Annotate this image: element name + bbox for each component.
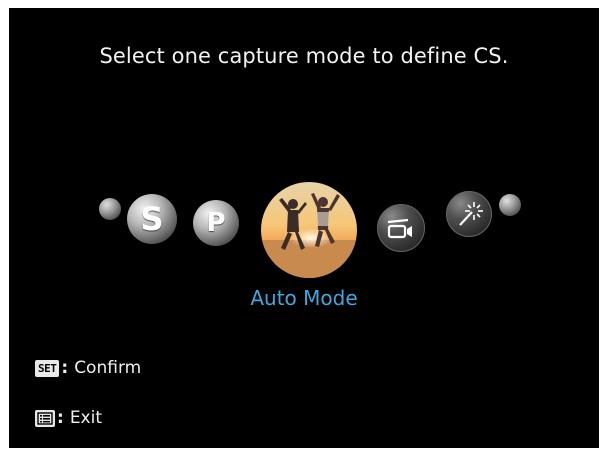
mode-dial-p-button[interactable]: P <box>193 200 239 246</box>
magic-wand-icon <box>459 202 483 226</box>
mode-letter-p: P <box>206 208 226 238</box>
mode-dial-s-button[interactable]: S <box>127 194 177 244</box>
auto-mode-photo-icon <box>261 182 357 278</box>
exit-separator: : <box>57 408 64 428</box>
set-button-icon: SET <box>35 359 60 377</box>
selected-mode-label: Auto Mode <box>250 286 358 310</box>
instruction-title: Select one capture mode to define CS. <box>99 44 509 68</box>
confirm-hint: SET : Confirm <box>35 358 141 378</box>
auto-mode-button[interactable] <box>261 182 357 278</box>
exit-hint: : Exit <box>35 408 102 428</box>
menu-button-icon <box>35 409 55 427</box>
carousel-end-dot-left <box>99 198 121 220</box>
exit-label: Exit <box>69 408 103 428</box>
confirm-label: Confirm <box>74 358 142 378</box>
special-effects-mode-button[interactable] <box>446 191 492 237</box>
mode-carousel[interactable]: S P <box>9 176 599 278</box>
movie-camera-icon <box>387 218 412 239</box>
movie-mode-button[interactable] <box>377 204 425 252</box>
confirm-separator: : <box>61 358 69 378</box>
carousel-end-dot-right <box>499 194 521 216</box>
mode-letter-s: S <box>140 200 164 238</box>
camera-menu-screen: Select one capture mode to define CS. S … <box>9 8 599 448</box>
